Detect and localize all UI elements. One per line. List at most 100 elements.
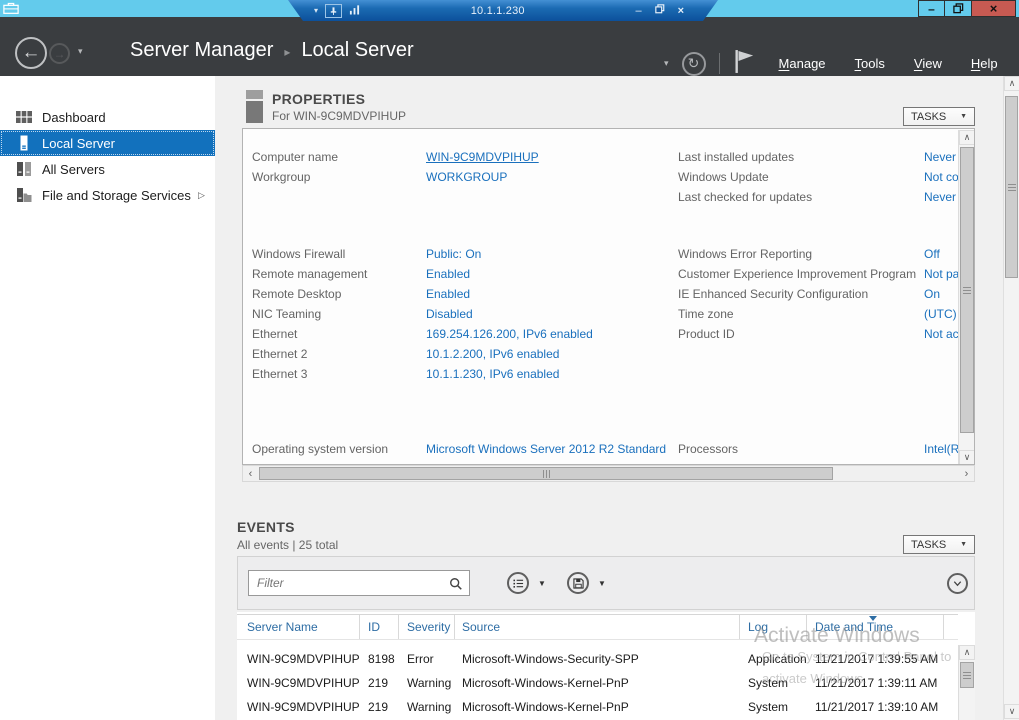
column-header-source[interactable]: Source [455,615,740,639]
save-query-button[interactable] [567,572,589,594]
properties-tasks-button[interactable]: TASKS ▼ [903,107,975,126]
page-vertical-scrollbar[interactable]: ∧ ∨ [1003,76,1019,720]
saved-queries-button[interactable] [507,572,529,594]
sidebar-item-file-storage-services[interactable]: File and Storage Services ▷ [0,182,215,208]
properties-vertical-scrollbar[interactable]: ∧ ∨ [958,130,975,465]
vm-minimize-button[interactable]: – [918,0,945,17]
property-label: Ethernet 3 [252,367,426,381]
scrollbar-thumb[interactable] [1005,96,1018,278]
column-header-log[interactable]: Log [740,615,807,639]
caret-down-icon[interactable]: ▼ [598,579,606,588]
refresh-button[interactable]: ↻ [682,52,706,76]
property-value[interactable]: Not cor [924,170,959,184]
scroll-up-icon[interactable]: ∧ [1004,76,1019,91]
expand-arrow-icon[interactable]: ▷ [198,190,205,201]
column-header-date-time[interactable]: Date and Time [807,615,944,639]
vm-tab-close-icon[interactable]: × [678,5,684,17]
property-value[interactable]: Never [924,150,956,164]
column-header-severity[interactable]: Severity [399,615,455,639]
property-value[interactable]: Enabled [426,267,470,281]
notifications-flag-icon[interactable] [733,48,755,80]
event-row[interactable]: WIN-9C9MDVPIHUP 219 Warning Microsoft-Wi… [237,671,958,695]
vm-console-tab[interactable]: ▾ 10.1.1.230 – × [288,0,718,21]
property-value[interactable]: Not act [924,327,959,341]
property-label: Windows Error Reporting [678,247,924,261]
filter-field[interactable] [248,570,470,596]
property-value[interactable]: 10.1.2.200, IPv6 enabled [426,347,559,361]
breadcrumb-root[interactable]: Server Manager [130,39,273,62]
events-vertical-scrollbar[interactable]: ∧ [958,645,975,720]
menu-manage[interactable]: Manage [779,56,826,71]
property-value[interactable]: On [924,287,940,301]
pin-icon[interactable] [325,4,342,18]
property-label: Last checked for updates [678,190,924,204]
save-icon [573,578,584,589]
property-value[interactable]: Enabled [426,287,470,301]
property-label: Time zone [678,307,924,321]
tasks-label: TASKS [911,539,946,551]
properties-title: PROPERTIES [272,91,365,107]
collapse-tile-button[interactable] [947,573,968,594]
header-divider [719,53,720,74]
property-value[interactable]: Public: On [426,247,481,261]
back-button[interactable]: ← [15,37,47,69]
sidebar-item-local-server[interactable]: Local Server [0,130,215,156]
scroll-down-icon[interactable]: ∨ [1004,704,1019,719]
search-icon [449,577,463,596]
menu-tools[interactable]: Tools [855,56,885,71]
vm-tab-dropdown-icon[interactable]: ▾ [314,7,318,15]
property-label: Windows Update [678,170,924,184]
property-value[interactable]: WORKGROUP [426,170,507,184]
scroll-down-icon[interactable]: ∨ [959,450,975,465]
property-value[interactable]: Off [924,247,940,261]
event-row[interactable]: WIN-9C9MDVPIHUP 219 Warning Microsoft-Wi… [237,695,958,719]
menu-view[interactable]: View [914,56,942,71]
caret-down-icon: ▼ [960,541,967,548]
column-header-id[interactable]: ID [360,615,399,639]
property-value[interactable]: (UTC) C [924,307,959,321]
sidebar-item-all-servers[interactable]: All Servers [0,156,215,182]
scroll-left-icon[interactable]: ‹ [243,466,258,481]
scrollbar-thumb[interactable] [960,662,974,688]
scrollbar-thumb[interactable] [960,147,974,433]
caret-down-icon[interactable]: ▼ [538,579,546,588]
vm-restore-button[interactable] [944,0,972,17]
property-row: Customer Experience Improvement ProgramN… [678,264,959,284]
breadcrumb-current[interactable]: Local Server [301,39,413,62]
property-value[interactable]: Not par [924,267,959,281]
property-label: Customer Experience Improvement Program [678,267,924,281]
property-row: NIC TeamingDisabled [252,304,674,324]
vm-close-button[interactable]: × [971,0,1016,17]
property-value[interactable]: 10.1.1.230, IPv6 enabled [426,367,559,381]
cell-severity: Error [399,647,455,671]
property-value[interactable]: 169.254.126.200, IPv6 enabled [426,327,593,341]
properties-horizontal-scrollbar[interactable]: ‹ › [242,465,975,482]
vm-tab-restore-icon[interactable] [655,4,665,17]
column-header-server-name[interactable]: Server Name [237,615,360,639]
property-row: Ethernet 310.1.1.230, IPv6 enabled [252,364,674,384]
filter-input[interactable] [249,571,469,595]
cell-source: Microsoft-Windows-Kernel-PnP [455,671,740,695]
menu-help[interactable]: Help [971,56,998,71]
header-dropdown-icon[interactable]: ▾ [664,58,669,69]
property-label: Ethernet [252,327,426,341]
scroll-up-icon[interactable]: ∧ [959,645,975,660]
event-row[interactable]: WIN-9C9MDVPIHUP 8198 Error Microsoft-Win… [237,647,958,671]
property-label: Processors [678,442,924,456]
property-value-link[interactable]: WIN-9C9MDVPIHUP [426,150,539,164]
property-value[interactable]: Disabled [426,307,473,321]
property-value[interactable]: Never [924,190,956,204]
forward-button[interactable]: → [49,43,70,64]
sidebar-item-dashboard[interactable]: Dashboard [0,104,215,130]
property-label: Ethernet 2 [252,347,426,361]
scroll-up-icon[interactable]: ∧ [959,130,975,145]
events-tasks-button[interactable]: TASKS ▼ [903,535,975,554]
cell-id: 219 [360,671,399,695]
vm-tab-minimize-icon[interactable]: – [635,5,641,17]
server-manager-window: – × ▾ 10.1.1.230 – × ← → ▾ [0,0,1019,720]
scrollbar-thumb[interactable] [259,467,833,480]
scroll-right-icon[interactable]: › [959,466,974,481]
property-value[interactable]: Intel(R) [924,442,959,456]
nav-history-dropdown-icon[interactable]: ▾ [78,46,83,57]
property-value[interactable]: Microsoft Windows Server 2012 R2 Standar… [426,442,666,456]
